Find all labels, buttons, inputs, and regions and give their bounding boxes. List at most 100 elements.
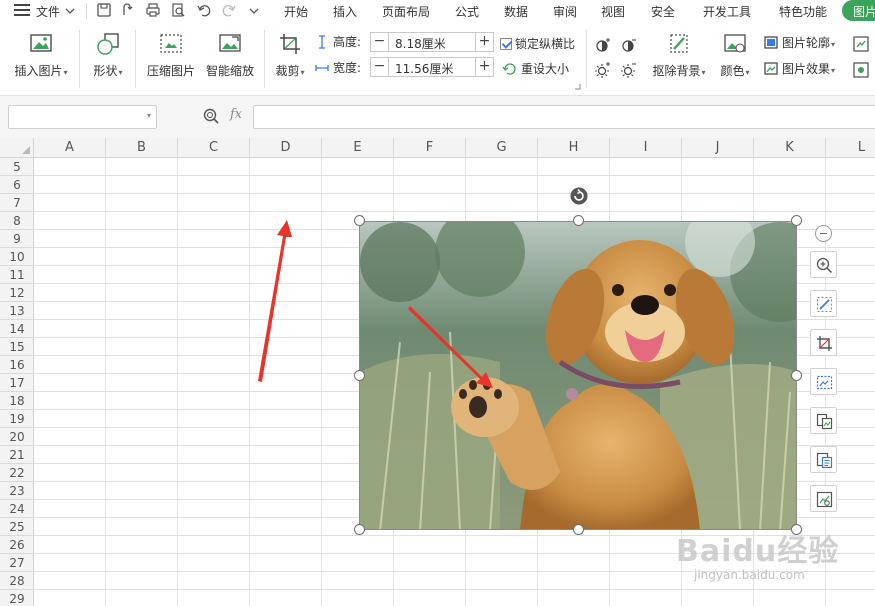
tab-view[interactable]: 视图 — [601, 3, 625, 20]
width-increase-button[interactable]: + — [475, 58, 493, 76]
column-header-g[interactable]: G — [466, 138, 538, 158]
row-header-13[interactable]: 13 — [0, 302, 34, 320]
column-header-f[interactable]: F — [394, 138, 466, 158]
decrease-contrast-icon[interactable] — [620, 36, 638, 54]
row-header-10[interactable]: 10 — [0, 248, 34, 266]
name-box-dropdown-icon[interactable]: ▾ — [147, 111, 151, 120]
more-format-icon[interactable] — [852, 35, 870, 53]
row-header-19[interactable]: 19 — [0, 410, 34, 428]
side-crop-button[interactable] — [810, 329, 837, 356]
resize-handle-top-right[interactable] — [791, 215, 802, 226]
hamburger-menu-icon[interactable] — [14, 4, 30, 16]
row-header-24[interactable]: 24 — [0, 500, 34, 518]
side-more-options-button[interactable] — [810, 485, 837, 512]
height-increase-button[interactable]: + — [475, 33, 493, 51]
column-header-b[interactable]: B — [106, 138, 178, 158]
row-header-12[interactable]: 12 — [0, 284, 34, 302]
row-header-18[interactable]: 18 — [0, 392, 34, 410]
redo-icon[interactable] — [221, 2, 237, 18]
resize-handle-bottom[interactable] — [573, 524, 584, 535]
column-header-j[interactable]: J — [682, 138, 754, 158]
quick-access-dropdown-icon[interactable] — [248, 5, 260, 17]
tab-insert[interactable]: 插入 — [333, 3, 357, 20]
tab-formulas[interactable]: 公式 — [455, 3, 479, 20]
resize-handle-left[interactable] — [354, 370, 365, 381]
tab-data[interactable]: 数据 — [504, 3, 528, 20]
formula-input[interactable] — [253, 105, 875, 129]
side-picture-to-text-button[interactable] — [810, 446, 837, 473]
resize-handle-right[interactable] — [791, 370, 802, 381]
column-header-i[interactable]: I — [610, 138, 682, 158]
insert-function-icon[interactable]: fx — [230, 107, 242, 122]
decrease-brightness-icon[interactable] — [620, 61, 638, 79]
row-header-5[interactable]: 5 — [0, 158, 34, 176]
resize-handle-top[interactable] — [573, 215, 584, 226]
tab-special-features[interactable]: 特色功能 — [779, 3, 827, 20]
column-header-e[interactable]: E — [322, 138, 394, 158]
name-box[interactable]: ▾ — [8, 105, 157, 129]
side-remove-background-button[interactable] — [810, 290, 837, 317]
resize-handle-top-left[interactable] — [354, 215, 365, 226]
print-preview-icon[interactable] — [170, 2, 186, 18]
width-spinbox[interactable]: − 11.56厘米 + — [370, 57, 494, 77]
column-header-d[interactable]: D — [250, 138, 322, 158]
width-decrease-button[interactable]: − — [371, 58, 389, 76]
select-all-corner[interactable] — [0, 138, 34, 158]
row-header-11[interactable]: 11 — [0, 266, 34, 284]
tab-page-layout[interactable]: 页面布局 — [382, 3, 430, 20]
collapse-toolbar-button[interactable] — [815, 225, 832, 242]
tab-developer[interactable]: 开发工具 — [703, 3, 751, 20]
crop-button[interactable]: 裁剪▾ — [272, 32, 308, 79]
inserted-picture-golden-retriever[interactable] — [359, 221, 797, 530]
side-picture-effect-button[interactable] — [810, 368, 837, 395]
tab-security[interactable]: 安全 — [651, 3, 675, 20]
picture-effect-button[interactable]: 图片效果▾ — [763, 60, 835, 77]
insert-picture-button[interactable]: 插入图片▾ — [10, 32, 72, 79]
row-header-16[interactable]: 16 — [0, 356, 34, 374]
column-header-l[interactable]: L — [826, 138, 875, 158]
increase-contrast-icon[interactable] — [594, 36, 612, 54]
row-header-25[interactable]: 25 — [0, 518, 34, 536]
row-header-9[interactable]: 9 — [0, 230, 34, 248]
column-header-k[interactable]: K — [754, 138, 826, 158]
row-header-8[interactable]: 8 — [0, 212, 34, 230]
row-header-20[interactable]: 20 — [0, 428, 34, 446]
row-header-14[interactable]: 14 — [0, 320, 34, 338]
row-header-17[interactable]: 17 — [0, 374, 34, 392]
row-header-26[interactable]: 26 — [0, 536, 34, 554]
height-decrease-button[interactable]: − — [371, 33, 389, 51]
tab-review[interactable]: 审阅 — [553, 3, 577, 20]
tab-home[interactable]: 开始 — [284, 3, 308, 20]
width-value[interactable]: 11.56厘米 — [395, 60, 453, 77]
row-header-21[interactable]: 21 — [0, 446, 34, 464]
column-header-a[interactable]: A — [34, 138, 106, 158]
print-icon[interactable] — [145, 2, 161, 18]
resize-handle-bottom-left[interactable] — [354, 524, 365, 535]
column-header-c[interactable]: C — [178, 138, 250, 158]
shape-button[interactable]: 形状▾ — [88, 32, 128, 79]
compress-picture-button[interactable]: 压缩图片 — [145, 32, 197, 79]
row-header-15[interactable]: 15 — [0, 338, 34, 356]
row-header-29[interactable]: 29 — [0, 590, 34, 606]
zoom-picture-button[interactable] — [810, 251, 837, 278]
lock-aspect-ratio-checkbox[interactable]: 锁定纵横比 — [500, 35, 575, 52]
side-replace-picture-button[interactable] — [810, 407, 837, 434]
row-header-6[interactable]: 6 — [0, 176, 34, 194]
row-header-23[interactable]: 23 — [0, 482, 34, 500]
row-header-22[interactable]: 22 — [0, 464, 34, 482]
file-dropdown-icon[interactable] — [64, 5, 76, 17]
increase-brightness-icon[interactable] — [594, 61, 612, 79]
height-spinbox[interactable]: − 8.18厘米 + — [370, 32, 494, 52]
size-dialog-launcher-icon[interactable] — [575, 84, 581, 90]
row-header-28[interactable]: 28 — [0, 572, 34, 590]
smart-scale-button[interactable]: 智能缩放 — [204, 32, 256, 79]
zoom-icon[interactable] — [202, 107, 220, 125]
remove-background-button[interactable]: 抠除背景▾ — [648, 32, 710, 79]
save-icon[interactable] — [96, 2, 112, 18]
picture-outline-button[interactable]: 图片轮廓▾ — [763, 34, 835, 51]
file-menu[interactable]: 文件 — [36, 3, 60, 20]
export-icon[interactable] — [120, 2, 136, 18]
column-header-h[interactable]: H — [538, 138, 610, 158]
row-header-27[interactable]: 27 — [0, 554, 34, 572]
rotate-handle-icon[interactable] — [570, 187, 588, 205]
